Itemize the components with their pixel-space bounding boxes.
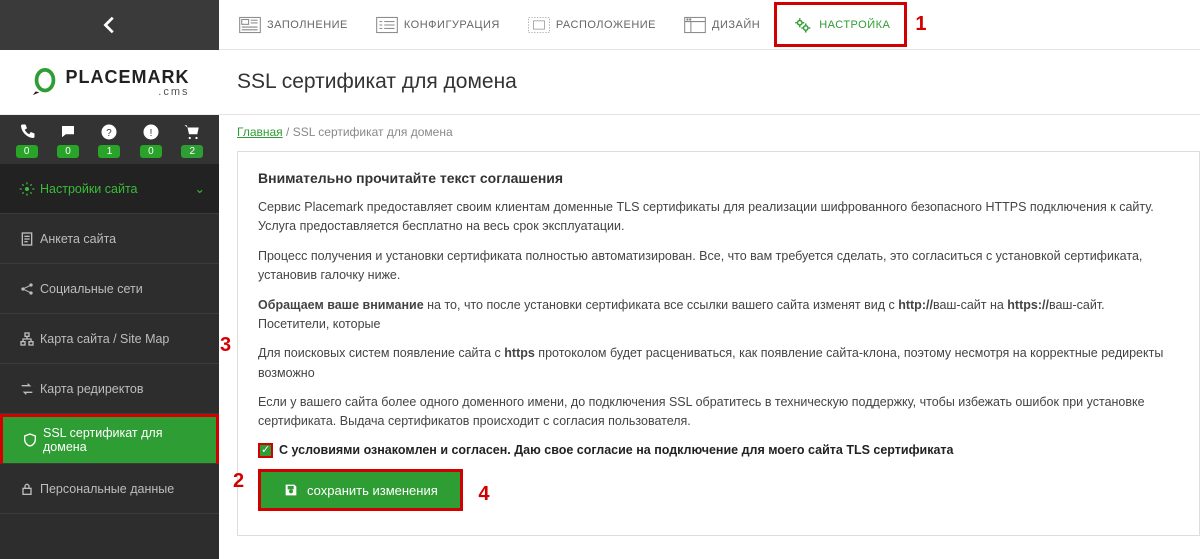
sidebar-item-label: Карта редиректов xyxy=(40,382,144,396)
save-icon xyxy=(283,482,299,498)
tab-fill[interactable]: ЗАПОЛНЕНИЕ xyxy=(225,0,362,49)
sidebar-item-ssl[interactable]: SSL сертификат для домена xyxy=(0,414,219,464)
annotation-2: 2 xyxy=(233,470,244,493)
annotation-1: 1 xyxy=(915,0,926,49)
breadcrumb-home[interactable]: Главная xyxy=(237,125,283,139)
sidebar-item-personal[interactable]: Персональные данные xyxy=(0,464,219,514)
back-button[interactable] xyxy=(0,0,219,50)
sidebar-item-redirects[interactable]: Карта редиректов xyxy=(0,364,219,414)
annotation-3: 3 xyxy=(220,334,231,357)
sidebar-item-label: Персональные данные xyxy=(40,482,174,496)
agree-label: С условиями ознакомлен и согласен. Даю с… xyxy=(279,442,953,460)
quick-cart[interactable]: 2 xyxy=(181,123,203,158)
save-button[interactable]: сохранить изменения xyxy=(258,469,463,511)
agreement-p3: Обращаем ваше внимание на то, что после … xyxy=(258,296,1179,335)
sidebar-item-label: SSL сертификат для домена xyxy=(43,426,202,454)
page-heading: SSL сертификат для домена xyxy=(219,50,1200,115)
breadcrumb-current: SSL сертификат для домена xyxy=(293,125,453,139)
gear-icon xyxy=(14,181,40,197)
chevron-down-icon: ⌄ xyxy=(195,181,205,196)
sidebar-item-label: Настройки сайта xyxy=(40,182,138,196)
shield-icon xyxy=(17,432,43,448)
agreement-p5: Если у вашего сайта более одного доменно… xyxy=(258,393,1179,432)
sidebar-item-label: Карта сайта / Site Map xyxy=(40,332,169,346)
main-area: ЗАПОЛНЕНИЕ КОНФИГУРАЦИЯ РАСПОЛОЖЕНИЕ ДИЗ… xyxy=(219,0,1200,559)
sidebar-item-social[interactable]: Социальные сети xyxy=(0,264,219,314)
svg-text:?: ? xyxy=(107,128,113,139)
sidebar-item-profile[interactable]: Анкета сайта xyxy=(0,214,219,264)
agreement-p1: Сервис Placemark предоставляет своим кли… xyxy=(258,198,1179,237)
agree-checkbox[interactable] xyxy=(258,443,273,458)
tab-config[interactable]: КОНФИГУРАЦИЯ xyxy=(362,0,514,49)
agreement-p2: Процесс получения и установки сертификат… xyxy=(258,247,1179,286)
sidebar-item-sitemap[interactable]: Карта сайта / Site Map xyxy=(0,314,219,364)
sidebar-menu: Настройки сайта ⌄ Анкета сайта Социальны… xyxy=(0,164,219,514)
quick-phone[interactable]: 0 xyxy=(16,123,38,158)
logo-icon xyxy=(30,67,60,97)
sidebar-item-label: Анкета сайта xyxy=(40,232,116,246)
redirect-icon xyxy=(14,381,40,397)
quick-chat[interactable]: 0 xyxy=(57,123,79,158)
sidebar-item-label: Социальные сети xyxy=(40,282,143,296)
content-panel: 3 Внимательно прочитайте текст соглашени… xyxy=(237,151,1200,536)
lock-icon xyxy=(14,481,40,497)
breadcrumb: Главная / SSL сертификат для домена xyxy=(219,115,1200,151)
svg-text:!: ! xyxy=(150,128,153,139)
tab-settings[interactable]: НАСТРОЙКА xyxy=(774,2,907,47)
sidebar: PLACEMARK .cms 0 0 ?1 !0 2 Настройки сай… xyxy=(0,0,219,559)
logo[interactable]: PLACEMARK .cms xyxy=(0,50,219,115)
top-toolbar: ЗАПОЛНЕНИЕ КОНФИГУРАЦИЯ РАСПОЛОЖЕНИЕ ДИЗ… xyxy=(219,0,1200,50)
annotation-4: 4 xyxy=(478,483,489,505)
tab-layout[interactable]: РАСПОЛОЖЕНИЕ xyxy=(514,0,670,49)
agreement-p4: Для поисковых систем появление сайта с h… xyxy=(258,344,1179,383)
sidebar-item-site-settings[interactable]: Настройки сайта ⌄ xyxy=(0,164,219,214)
document-icon xyxy=(14,231,40,247)
share-icon xyxy=(14,281,40,297)
quick-help[interactable]: ?1 xyxy=(98,123,120,158)
logo-subtext: .cms xyxy=(66,86,190,98)
quick-warn[interactable]: !0 xyxy=(140,123,162,158)
agreement-heading: Внимательно прочитайте текст соглашения xyxy=(258,170,1179,186)
tab-design[interactable]: ДИЗАЙН xyxy=(670,0,774,49)
logo-text: PLACEMARK xyxy=(66,67,190,87)
page-title: SSL сертификат для домена xyxy=(237,70,517,94)
quick-icons: 0 0 ?1 !0 2 xyxy=(0,115,219,164)
sitemap-icon xyxy=(14,331,40,347)
